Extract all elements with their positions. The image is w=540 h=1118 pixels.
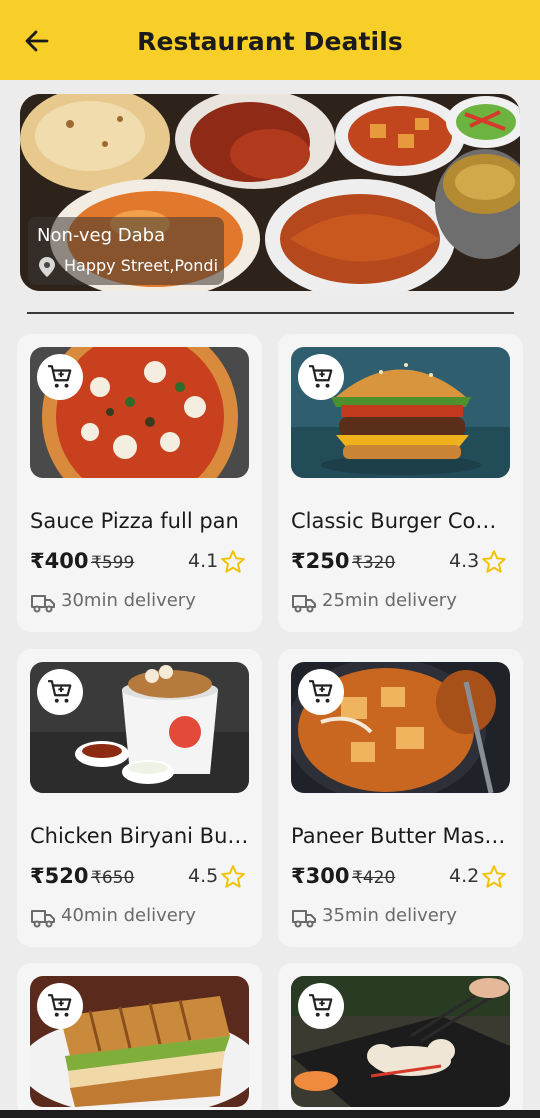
cart-icon bbox=[48, 994, 72, 1017]
food-old-price: ₹420 bbox=[352, 868, 396, 888]
delivery-time: 30min delivery bbox=[61, 590, 196, 611]
cart-icon bbox=[48, 365, 72, 388]
restaurant-location: Happy Street,Pondi bbox=[64, 256, 219, 275]
food-name: Paneer Butter Masala bbox=[291, 824, 513, 848]
food-price: ₹250 bbox=[291, 549, 350, 573]
food-rating: 4.2 bbox=[449, 865, 480, 887]
truck-icon bbox=[31, 595, 55, 613]
food-name: Chicken Biryani Bucket bbox=[30, 824, 252, 848]
add-to-cart-button[interactable] bbox=[298, 983, 344, 1029]
section-divider bbox=[27, 312, 514, 314]
delivery-time: 40min delivery bbox=[61, 905, 196, 926]
food-card[interactable]: Paneer Butter Masala ₹300 ₹420 4.2 35min… bbox=[278, 649, 523, 947]
cart-icon bbox=[309, 994, 333, 1017]
star-outline-icon bbox=[221, 550, 245, 573]
add-to-cart-button[interactable] bbox=[37, 354, 83, 400]
cart-icon bbox=[48, 680, 72, 703]
food-price: ₹520 bbox=[30, 864, 89, 888]
map-pin-icon bbox=[39, 257, 55, 277]
food-card[interactable]: Sauce Pizza full pan ₹400 ₹599 4.1 30min… bbox=[17, 334, 262, 632]
food-rating: 4.3 bbox=[449, 550, 480, 572]
food-old-price: ₹320 bbox=[352, 553, 396, 573]
add-to-cart-button[interactable] bbox=[298, 669, 344, 715]
star-outline-icon bbox=[221, 865, 245, 888]
app-bar: Restaurant Deatils bbox=[0, 0, 540, 80]
food-name: Classic Burger Combo bbox=[291, 509, 513, 533]
add-to-cart-button[interactable] bbox=[37, 669, 83, 715]
truck-icon bbox=[292, 595, 316, 613]
star-outline-icon bbox=[482, 550, 506, 573]
page-title: Restaurant Deatils bbox=[137, 27, 403, 56]
delivery-time: 25min delivery bbox=[322, 590, 457, 611]
delivery-time: 35min delivery bbox=[322, 905, 457, 926]
truck-icon bbox=[292, 910, 316, 928]
food-name: Sauce Pizza full pan bbox=[30, 509, 239, 533]
add-to-cart-button[interactable] bbox=[37, 983, 83, 1029]
food-rating: 4.5 bbox=[188, 865, 219, 887]
system-nav-bar bbox=[0, 1110, 540, 1118]
food-price: ₹300 bbox=[291, 864, 350, 888]
food-old-price: ₹599 bbox=[91, 553, 135, 573]
food-card[interactable] bbox=[278, 963, 523, 1118]
food-price: ₹400 bbox=[30, 549, 89, 573]
cart-icon bbox=[309, 365, 333, 388]
restaurant-name: Non-veg Daba bbox=[37, 225, 166, 246]
food-rating: 4.1 bbox=[188, 550, 219, 572]
cart-icon bbox=[309, 680, 333, 703]
star-outline-icon bbox=[482, 865, 506, 888]
food-card[interactable] bbox=[17, 963, 262, 1118]
truck-icon bbox=[31, 910, 55, 928]
food-card[interactable]: Classic Burger Combo ₹250 ₹320 4.3 25min… bbox=[278, 334, 523, 632]
food-old-price: ₹650 bbox=[91, 868, 135, 888]
food-card[interactable]: Chicken Biryani Bucket ₹520 ₹650 4.5 40m… bbox=[17, 649, 262, 947]
add-to-cart-button[interactable] bbox=[298, 354, 344, 400]
